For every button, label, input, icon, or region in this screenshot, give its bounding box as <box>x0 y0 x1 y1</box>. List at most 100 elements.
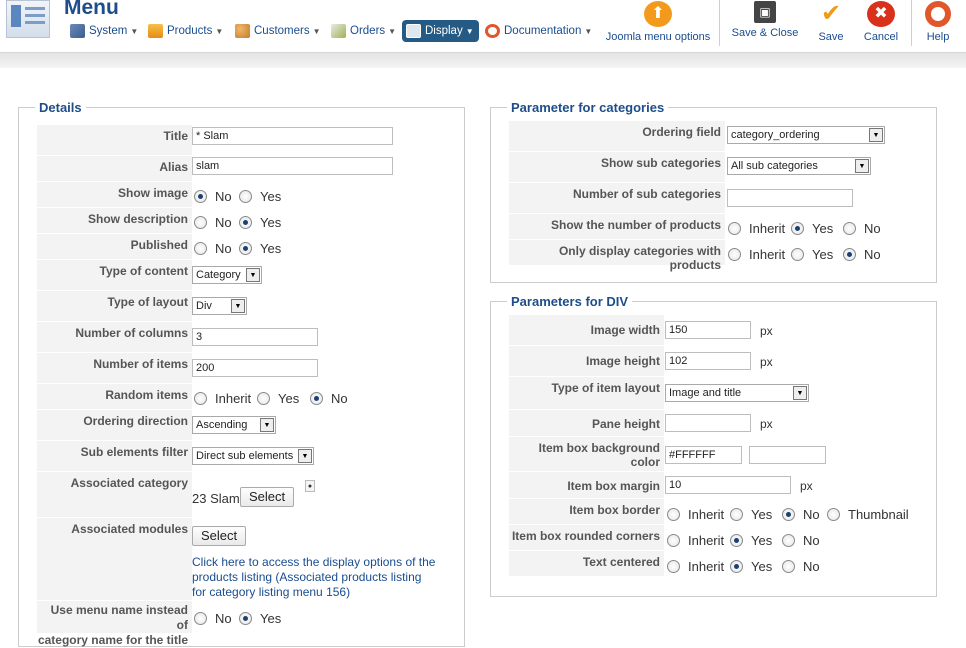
menu-products[interactable]: Products ▼ <box>148 20 223 42</box>
show-number-products-no-radio[interactable]: No <box>843 221 881 236</box>
menu-system[interactable]: System ▼ <box>70 20 138 42</box>
ordering-direction-label: Ordering direction <box>37 410 192 440</box>
only-with-products-yes-radio[interactable]: Yes <box>791 247 833 262</box>
item-box-bg-color-picker[interactable] <box>749 446 826 464</box>
show-description-no-radio[interactable]: No <box>194 215 232 230</box>
radio-icon <box>791 248 804 261</box>
text-centered-label: Text centered <box>509 551 664 576</box>
text-centered-inherit-radio[interactable]: Inherit <box>667 559 724 574</box>
page-title: Menu <box>64 0 119 19</box>
item-box-bg-label: Item box background color <box>509 437 664 471</box>
chevron-down-icon: ▼ <box>388 26 397 36</box>
item-box-border-no-radio[interactable]: No <box>782 507 820 522</box>
save-close-button[interactable]: ▣ Save & Close <box>729 0 801 46</box>
categories-fieldset: Parameter for categories Ordering field … <box>490 100 937 283</box>
only-with-products-no-radio[interactable]: No <box>843 247 881 262</box>
radio-icon <box>667 560 680 573</box>
display-options-link[interactable]: Click here to access the display options… <box>192 555 452 600</box>
item-box-rounded-no-radio[interactable]: No <box>782 533 820 548</box>
radio-selected-icon <box>782 508 795 521</box>
item-box-border-label: Item box border <box>509 499 664 524</box>
chevron-down-icon: ▼ <box>231 299 245 313</box>
ordering-field-select[interactable]: category_ordering ▼ <box>727 126 885 144</box>
item-box-rounded-inherit-radio[interactable]: Inherit <box>667 533 724 548</box>
type-item-layout-row: Type of item layout Image and title ▼ <box>509 377 927 410</box>
item-box-border-thumbnail-radio[interactable]: Thumbnail <box>827 507 909 522</box>
menu-documentation[interactable]: Documentation ▼ <box>485 20 592 42</box>
type-item-layout-label: Type of item layout <box>509 377 664 409</box>
type-item-layout-select[interactable]: Image and title ▼ <box>665 384 809 402</box>
image-height-input[interactable] <box>665 352 751 370</box>
only-with-products-inherit-radio[interactable]: Inherit <box>728 247 785 262</box>
toolbar-divider <box>911 0 912 46</box>
delete-icon[interactable]: ● <box>305 480 315 492</box>
show-image-yes-radio[interactable]: Yes <box>239 189 281 204</box>
cancel-button[interactable]: ✖ Cancel <box>860 0 902 46</box>
save-button[interactable]: ✔ Save <box>811 0 851 46</box>
chevron-down-icon: ▼ <box>465 26 474 36</box>
show-image-no-radio[interactable]: No <box>194 189 232 204</box>
use-menu-name-no-radio[interactable]: No <box>194 611 232 626</box>
div-legend: Parameters for DIV <box>507 294 633 309</box>
text-centered-no-radio[interactable]: No <box>782 559 820 574</box>
radio-icon <box>194 392 207 405</box>
show-sub-categories-select[interactable]: All sub categories ▼ <box>727 157 871 175</box>
checkmark-icon: ✔ <box>820 0 842 27</box>
item-box-border-row: Item box border Inherit Yes No Thumbnail <box>509 499 927 525</box>
title-row: Title <box>37 125 463 156</box>
type-of-layout-label: Type of layout <box>37 291 192 321</box>
radio-icon <box>667 534 680 547</box>
radio-selected-icon <box>239 612 252 625</box>
pane-height-unit: px <box>760 417 773 431</box>
image-width-input[interactable] <box>665 321 751 339</box>
sub-elements-filter-label: Sub elements filter <box>37 441 192 471</box>
pane-height-input[interactable] <box>665 414 751 432</box>
show-number-products-inherit-radio[interactable]: Inherit <box>728 221 785 236</box>
show-description-yes-radio[interactable]: Yes <box>239 215 281 230</box>
associated-category-row: Associated category 23 Slam Select ● <box>37 472 463 518</box>
ordering-direction-row: Ordering direction Ascending ▼ <box>37 410 463 441</box>
associated-category-select-button[interactable]: Select <box>240 487 295 507</box>
published-no-radio[interactable]: No <box>194 241 232 256</box>
number-of-items-input[interactable] <box>192 359 318 377</box>
associated-modules-select-button[interactable]: Select <box>192 526 247 546</box>
published-yes-radio[interactable]: Yes <box>239 241 281 256</box>
use-menu-name-yes-radio[interactable]: Yes <box>239 611 281 626</box>
help-button[interactable]: Help <box>920 0 956 46</box>
image-width-unit: px <box>760 324 773 338</box>
show-sub-categories-row: Show sub categories All sub categories ▼ <box>509 152 927 183</box>
sub-elements-filter-select[interactable]: Direct sub elements ▼ <box>192 447 314 465</box>
random-items-inherit-radio[interactable]: Inherit <box>194 391 251 406</box>
item-box-border-inherit-radio[interactable]: Inherit <box>667 507 724 522</box>
show-number-products-row: Show the number of products Inherit Yes … <box>509 214 927 240</box>
type-of-layout-select[interactable]: Div ▼ <box>192 297 247 315</box>
item-box-bg-input[interactable] <box>665 446 742 464</box>
ordering-direction-select[interactable]: Ascending ▼ <box>192 416 276 434</box>
menu-orders[interactable]: Orders ▼ <box>331 20 396 42</box>
joomla-menu-options-button[interactable]: ⬆ Joomla menu options <box>605 0 711 46</box>
toolbar-header: Menu System ▼ Products ▼ Customers ▼ Orders… <box>0 0 966 52</box>
item-box-rounded-yes-radio[interactable]: Yes <box>730 533 772 548</box>
number-sub-categories-input[interactable] <box>727 189 853 207</box>
radio-icon <box>782 560 795 573</box>
floppy-disk-icon: ▣ <box>754 1 776 23</box>
item-box-border-yes-radio[interactable]: Yes <box>730 507 772 522</box>
alias-input[interactable] <box>192 157 393 175</box>
number-of-columns-input[interactable] <box>192 328 318 346</box>
menu-display[interactable]: Display ▼ <box>402 20 479 42</box>
show-number-products-yes-radio[interactable]: Yes <box>791 221 833 236</box>
chevron-down-icon: ▼ <box>855 159 869 173</box>
title-label: Title <box>37 125 192 155</box>
random-items-yes-radio[interactable]: Yes <box>257 391 299 406</box>
random-items-no-radio[interactable]: No <box>310 391 348 406</box>
radio-icon <box>194 612 207 625</box>
menu-customers[interactable]: Customers ▼ <box>235 20 321 42</box>
title-input[interactable] <box>192 127 393 145</box>
item-box-margin-input[interactable] <box>665 476 791 494</box>
radio-icon <box>728 222 741 235</box>
text-centered-yes-radio[interactable]: Yes <box>730 559 772 574</box>
radio-icon <box>194 242 207 255</box>
toolbar-divider <box>719 0 720 46</box>
pane-height-row: Pane height px <box>509 410 927 437</box>
type-of-content-select[interactable]: Category ▼ <box>192 266 262 284</box>
